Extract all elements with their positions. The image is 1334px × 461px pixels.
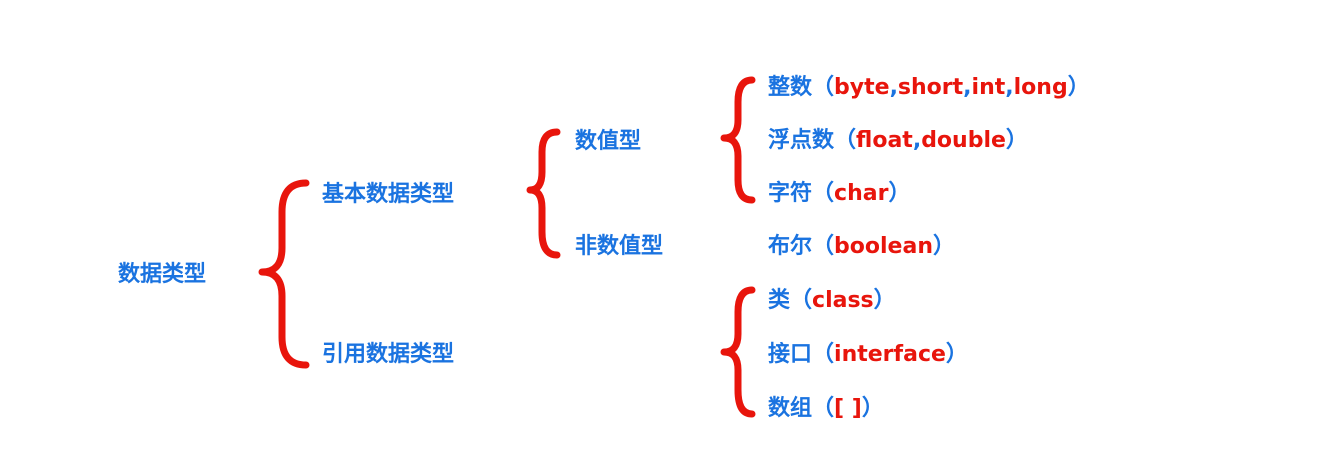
leaf-name: 类 <box>768 288 791 313</box>
separator: , <box>889 75 898 100</box>
leaf-array: 数组（[ ]） <box>768 394 884 424</box>
leaf-class: 类（class） <box>768 286 896 316</box>
keyword: short <box>897 75 964 100</box>
reference-brace <box>720 286 756 418</box>
keyword: interface <box>834 342 946 367</box>
primitive-types-label: 基本数据类型 <box>322 182 455 207</box>
braces-layer <box>258 76 756 418</box>
leaf-name: 布尔 <box>768 234 813 259</box>
keyword: [ ] <box>834 396 862 421</box>
keyword: long <box>1013 75 1068 100</box>
leaf-float: 浮点数（float,double） <box>768 126 1028 156</box>
leaf-name: 接口 <box>768 342 813 367</box>
open-paren: （ <box>812 234 835 259</box>
numeric-types-label: 数值型 <box>575 129 642 154</box>
root-brace <box>258 179 310 369</box>
leaf-name: 浮点数 <box>768 128 835 153</box>
keyword: boolean <box>834 234 933 259</box>
separator: , <box>963 75 972 100</box>
close-paren: ） <box>1005 128 1028 153</box>
numeric-brace <box>720 76 756 204</box>
leaf-name: 数组 <box>768 396 813 421</box>
leaf-interface: 接口（interface） <box>768 340 968 370</box>
close-paren: ） <box>945 342 968 367</box>
open-paren: （ <box>790 288 813 313</box>
open-paren: （ <box>812 75 835 100</box>
root-label: 数据类型 <box>118 262 207 287</box>
keyword: char <box>834 181 889 206</box>
open-paren: （ <box>812 181 835 206</box>
keyword: class <box>812 288 874 313</box>
leaf-name: 整数 <box>768 75 813 100</box>
keyword: double <box>921 128 1006 153</box>
reference-types-label: 引用数据类型 <box>322 342 455 367</box>
close-paren: ） <box>932 234 955 259</box>
leaf-char: 字符（char） <box>768 179 910 209</box>
keyword: byte <box>834 75 890 100</box>
keyword: float <box>856 128 913 153</box>
close-paren: ） <box>1067 75 1090 100</box>
leaf-integer: 整数（byte,short,int,long） <box>768 73 1090 103</box>
keyword: int <box>971 75 1006 100</box>
primitive-brace <box>526 128 561 259</box>
open-paren: （ <box>834 128 857 153</box>
close-paren: ） <box>873 288 896 313</box>
close-paren: ） <box>861 396 884 421</box>
separator: , <box>1005 75 1014 100</box>
leaf-boolean: 布尔（boolean） <box>768 232 955 262</box>
open-paren: （ <box>812 342 835 367</box>
separator: , <box>912 128 922 153</box>
leaf-name: 字符 <box>768 181 813 206</box>
close-paren: ） <box>888 181 911 206</box>
non-numeric-types-label: 非数值型 <box>575 234 664 259</box>
open-paren: （ <box>812 396 835 421</box>
data-types-diagram: 数据类型 基本数据类型 引用数据类型 数值型 非数值型 整数（byte,shor… <box>0 0 1334 461</box>
